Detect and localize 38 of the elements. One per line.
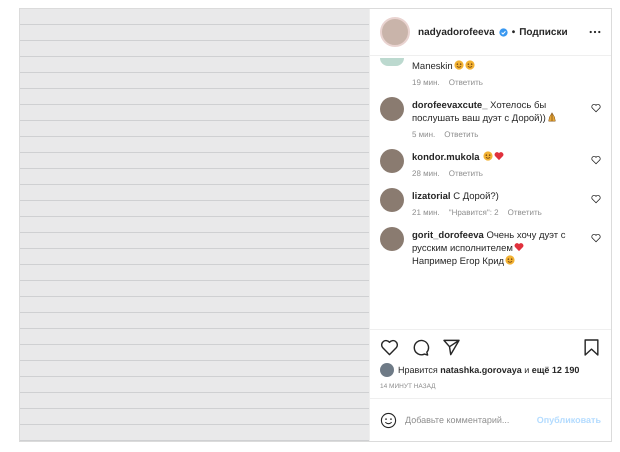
face-emoji-icon <box>505 255 516 265</box>
face-emoji-icon <box>483 151 494 161</box>
separator-dot: • <box>512 26 516 38</box>
commenter-avatar[interactable] <box>380 227 404 251</box>
face-emoji-icon <box>464 60 475 70</box>
share-icon[interactable] <box>442 338 461 357</box>
liker-avatar[interactable] <box>380 363 394 377</box>
comment-time: 5 мин. <box>412 130 436 139</box>
comment-text: gorit_dorofeeva Очень хочу дуэт с русским исполнителем <box>412 230 566 254</box>
heart-emoji-icon <box>494 151 504 161</box>
commenter-avatar[interactable] <box>380 149 404 173</box>
like-comment-icon[interactable] <box>591 103 601 113</box>
username-link[interactable]: nadyadorofeeva <box>418 26 495 38</box>
comment-text: lizatorial С Дорой?) <box>412 191 499 202</box>
commenter-avatar[interactable] <box>380 188 404 212</box>
commenter-avatar[interactable] <box>380 97 404 121</box>
like-comment-icon[interactable] <box>591 194 601 204</box>
emoji-icon[interactable] <box>380 412 397 428</box>
commenter-username[interactable]: gorit_dorofeeva <box>412 230 484 241</box>
like-comment-icon[interactable] <box>591 233 601 243</box>
like-icon[interactable] <box>380 338 399 357</box>
face-emoji-icon <box>454 60 464 70</box>
comment-time: 21 мин. <box>412 208 440 217</box>
heart-emoji-icon <box>514 242 524 252</box>
like-comment-icon[interactable] <box>591 155 601 165</box>
commenter-username[interactable]: kondor.mukola <box>412 152 480 163</box>
commenter-username[interactable]: lizatorial <box>412 191 451 202</box>
more-options-icon[interactable] <box>589 30 601 34</box>
comment-time: 28 мин. <box>412 169 440 178</box>
comment-text: dorofeevaxcute_ Хотелось бы послушать ваш дуэт с Дорой)) <box>412 100 557 124</box>
bookmark-icon[interactable] <box>582 338 601 357</box>
commenter-username[interactable]: dorofeevaxcute_ <box>412 100 488 111</box>
comment-icon[interactable] <box>411 338 430 357</box>
follow-button[interactable]: Подписки <box>519 26 568 38</box>
comment-time: 19 мин. <box>412 78 440 87</box>
likes-text[interactable]: Нравится natashka.gorovaya и ещё 12 190 <box>398 365 580 375</box>
comment-text: Maneskin <box>412 61 475 72</box>
comment-text: Например Егор Крид <box>412 256 504 267</box>
